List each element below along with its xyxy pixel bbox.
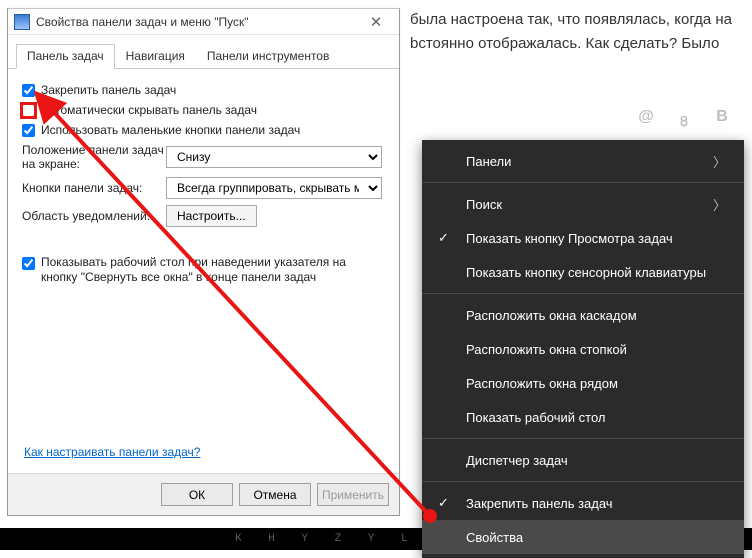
titlebar: Свойства панели задач и меню "Пуск" ✕ <box>8 9 399 35</box>
notification-area-configure-button[interactable]: Настроить... <box>166 205 257 227</box>
menu-lock-taskbar[interactable]: ✓ Закрепить панель задач <box>422 486 744 520</box>
chevron-right-icon: 〉 <box>713 152 726 171</box>
menu-panels-label: Панели <box>466 154 511 169</box>
menu-separator <box>422 182 744 183</box>
checkbox-lock-taskbar[interactable]: Закрепить панель задач <box>22 83 385 97</box>
taskbar-context-menu: Панели 〉 Поиск 〉 ✓ Показать кнопку Просм… <box>422 140 744 558</box>
tab-navigation[interactable]: Навигация <box>115 44 196 69</box>
check-icon: ✓ <box>438 495 449 511</box>
ok-button[interactable]: ОК <box>161 483 233 506</box>
menu-search-label: Поиск <box>466 197 502 212</box>
menu-lock-taskbar-label: Закрепить панель задач <box>466 496 613 511</box>
checkbox-small-buttons[interactable]: Использовать маленькие кнопки панели зад… <box>22 123 385 137</box>
menu-show-desktop[interactable]: Показать рабочий стол <box>422 400 744 434</box>
at-icon[interactable]: @ <box>638 108 654 135</box>
close-button[interactable]: ✕ <box>357 12 395 32</box>
checkbox-peek-desktop[interactable]: Показывать рабочий стол при наведении ук… <box>22 255 385 285</box>
taskbar-properties-dialog: Свойства панели задач и меню "Пуск" ✕ Па… <box>7 8 400 516</box>
notification-area-label: Область уведомлений: <box>22 209 166 223</box>
menu-taskview[interactable]: ✓ Показать кнопку Просмотра задач <box>422 221 744 255</box>
window-icon <box>14 14 30 30</box>
menu-separator <box>422 438 744 439</box>
menu-stacked-label: Расположить окна стопкой <box>466 342 627 357</box>
tab-row: Панель задач Навигация Панели инструмент… <box>8 35 399 69</box>
menu-properties-label: Свойства <box>466 530 523 545</box>
menu-taskview-label: Показать кнопку Просмотра задач <box>466 231 673 246</box>
taskbar-buttons-label: Кнопки панели задач: <box>22 181 166 195</box>
checkbox-lock-taskbar-label: Закрепить панель задач <box>41 83 176 97</box>
vk-icon[interactable]: В <box>714 108 730 135</box>
menu-separator <box>422 481 744 482</box>
menu-separator <box>422 293 744 294</box>
taskbar-position-row: Положение панели задач на экране: Снизу <box>22 143 385 171</box>
chevron-right-icon: 〉 <box>713 195 726 214</box>
menu-properties[interactable]: Свойства <box>422 520 744 554</box>
menu-side-by-side[interactable]: Расположить окна рядом <box>422 366 744 400</box>
checkbox-autohide-taskbar-input[interactable] <box>22 104 35 117</box>
background-text: была настроена так, что появлялась, когд… <box>410 8 742 56</box>
taskbar-position-select[interactable]: Снизу <box>166 146 382 168</box>
checkbox-lock-taskbar-input[interactable] <box>22 84 35 97</box>
menu-touch-keyboard-label: Показать кнопку сенсорной клавиатуры <box>466 265 706 280</box>
menu-stacked[interactable]: Расположить окна стопкой <box>422 332 744 366</box>
apply-button[interactable]: Применить <box>317 483 389 506</box>
menu-cascade[interactable]: Расположить окна каскадом <box>422 298 744 332</box>
taskbar-position-label: Положение панели задач на экране: <box>22 143 166 171</box>
menu-search[interactable]: Поиск 〉 <box>422 187 744 221</box>
menu-touch-keyboard[interactable]: Показать кнопку сенсорной клавиатуры <box>422 255 744 289</box>
check-icon: ✓ <box>438 230 449 246</box>
checkbox-autohide-taskbar[interactable]: Автоматически скрывать панель задач <box>22 103 385 117</box>
cancel-button[interactable]: Отмена <box>239 483 311 506</box>
checkbox-autohide-taskbar-label: Автоматически скрывать панель задач <box>41 103 257 117</box>
checkbox-peek-desktop-input[interactable] <box>22 257 35 270</box>
checkbox-peek-desktop-label: Показывать рабочий стол при наведении ук… <box>41 255 385 285</box>
menu-show-desktop-label: Показать рабочий стол <box>466 410 605 425</box>
notification-area-row: Область уведомлений: Настроить... <box>22 205 385 227</box>
menu-side-by-side-label: Расположить окна рядом <box>466 376 618 391</box>
tab-toolbars[interactable]: Панели инструментов <box>196 44 340 69</box>
menu-task-manager-label: Диспетчер задач <box>466 453 568 468</box>
taskbar-buttons-select[interactable]: Всегда группировать, скрывать метки <box>166 177 382 199</box>
taskbar-buttons-row: Кнопки панели задач: Всегда группировать… <box>22 177 385 199</box>
checkbox-small-buttons-input[interactable] <box>22 124 35 137</box>
menu-task-manager[interactable]: Диспетчер задач <box>422 443 744 477</box>
tab-panel-taskbar: Закрепить панель задач Автоматически скр… <box>8 69 399 295</box>
menu-panels[interactable]: Панели 〉 <box>422 144 744 178</box>
dialog-button-row: ОК Отмена Применить <box>8 473 399 515</box>
menu-cascade-label: Расположить окна каскадом <box>466 308 637 323</box>
window-title: Свойства панели задач и меню "Пуск" <box>36 15 357 29</box>
share-icon-row: @ ৪ В <box>638 108 730 135</box>
ok-icon[interactable]: ৪ <box>676 108 692 135</box>
tab-taskbar[interactable]: Панель задач <box>16 44 115 69</box>
checkbox-small-buttons-label: Использовать маленькие кнопки панели зад… <box>41 123 300 137</box>
help-link[interactable]: Как настраивать панели задач? <box>24 445 200 459</box>
